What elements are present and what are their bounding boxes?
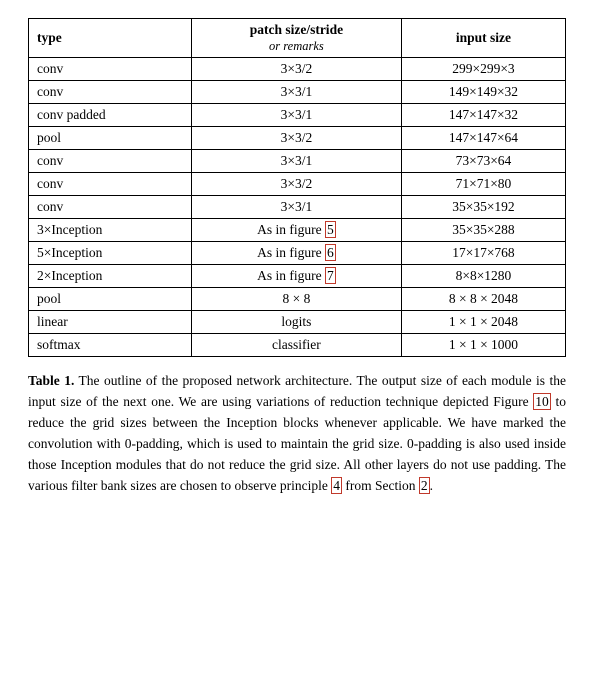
cell-patch: 3×3/1: [191, 104, 401, 127]
cell-patch: 3×3/2: [191, 173, 401, 196]
cell-input: 8 × 8 × 2048: [401, 288, 565, 311]
cell-type: 5×Inception: [29, 242, 192, 265]
caption-ref1: 10: [533, 393, 551, 410]
cell-patch: classifier: [191, 334, 401, 357]
cell-input: 1 × 1 × 1000: [401, 334, 565, 357]
cell-type: pool: [29, 127, 192, 150]
cell-patch: 3×3/1: [191, 196, 401, 219]
cell-patch: As in figure 5: [191, 219, 401, 242]
table-row: conv3×3/1149×149×32: [29, 81, 566, 104]
cell-type: 2×Inception: [29, 265, 192, 288]
cell-input: 71×71×80: [401, 173, 565, 196]
cell-type: conv: [29, 196, 192, 219]
caption-text1: The outline of the proposed network arch…: [28, 373, 566, 409]
cell-input: 8×8×1280: [401, 265, 565, 288]
cell-input: 299×299×3: [401, 58, 565, 81]
cell-type: conv: [29, 58, 192, 81]
table-wrapper: type patch size/stride or remarks input …: [28, 18, 566, 357]
cell-type: softmax: [29, 334, 192, 357]
caption-text3: from Section: [342, 478, 419, 493]
cell-patch: 8 × 8: [191, 288, 401, 311]
table-row: conv3×3/2299×299×3: [29, 58, 566, 81]
cell-type: conv padded: [29, 104, 192, 127]
cell-input: 149×149×32: [401, 81, 565, 104]
table-row: softmaxclassifier1 × 1 × 1000: [29, 334, 566, 357]
caption-text4: .: [430, 478, 433, 493]
cell-input: 35×35×288: [401, 219, 565, 242]
table-row: conv3×3/173×73×64: [29, 150, 566, 173]
cell-patch: 3×3/2: [191, 58, 401, 81]
table-row: conv3×3/135×35×192: [29, 196, 566, 219]
table-caption: Table 1. The outline of the proposed net…: [28, 371, 566, 497]
cell-type: pool: [29, 288, 192, 311]
caption-ref2: 4: [331, 477, 342, 494]
cell-input: 1 × 1 × 2048: [401, 311, 565, 334]
caption-ref3: 2: [419, 477, 430, 494]
cell-patch: 3×3/2: [191, 127, 401, 150]
col-patch-header: patch size/stride or remarks: [191, 19, 401, 58]
cell-input: 35×35×192: [401, 196, 565, 219]
cell-type: linear: [29, 311, 192, 334]
cell-type: conv: [29, 81, 192, 104]
table-row: conv3×3/271×71×80: [29, 173, 566, 196]
table-row: linearlogits1 × 1 × 2048: [29, 311, 566, 334]
table-row: 2×InceptionAs in figure 78×8×1280: [29, 265, 566, 288]
cell-patch: As in figure 7: [191, 265, 401, 288]
cell-input: 147×147×32: [401, 104, 565, 127]
col-input-header: input size: [401, 19, 565, 58]
cell-type: 3×Inception: [29, 219, 192, 242]
cell-input: 147×147×64: [401, 127, 565, 150]
figure-ref: 6: [325, 244, 336, 261]
table-row: pool8 × 88 × 8 × 2048: [29, 288, 566, 311]
cell-patch: 3×3/1: [191, 81, 401, 104]
cell-type: conv: [29, 173, 192, 196]
figure-ref: 5: [325, 221, 336, 238]
table-row: 3×InceptionAs in figure 535×35×288: [29, 219, 566, 242]
table-row: conv padded3×3/1147×147×32: [29, 104, 566, 127]
cell-patch: logits: [191, 311, 401, 334]
architecture-table: type patch size/stride or remarks input …: [28, 18, 566, 357]
cell-patch: As in figure 6: [191, 242, 401, 265]
figure-ref: 7: [325, 267, 336, 284]
table-row: pool3×3/2147×147×64: [29, 127, 566, 150]
col-patch-header-sub: or remarks: [269, 39, 324, 53]
cell-input: 73×73×64: [401, 150, 565, 173]
col-type-header: type: [29, 19, 192, 58]
cell-type: conv: [29, 150, 192, 173]
table-row: 5×InceptionAs in figure 617×17×768: [29, 242, 566, 265]
caption-label: Table 1.: [28, 373, 74, 388]
cell-input: 17×17×768: [401, 242, 565, 265]
col-patch-header-main: patch size/stride: [250, 22, 343, 37]
cell-patch: 3×3/1: [191, 150, 401, 173]
